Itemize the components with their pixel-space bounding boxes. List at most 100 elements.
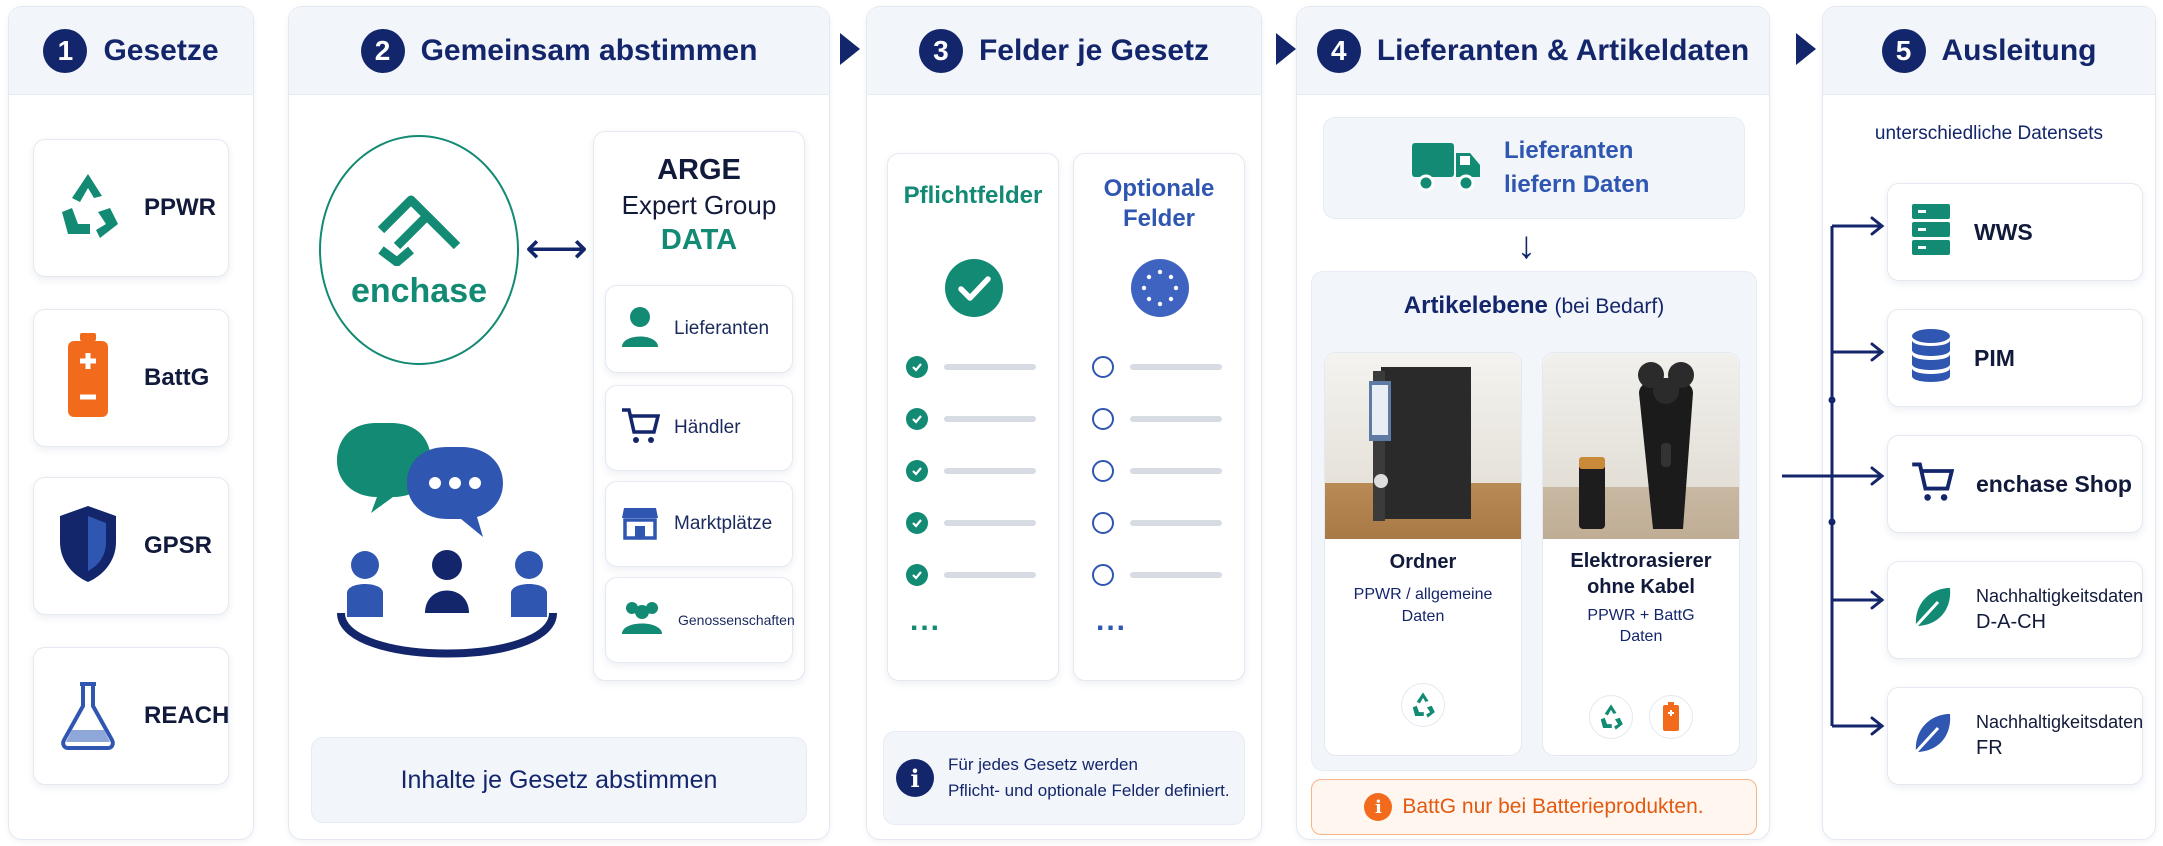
empty-circle-icon	[1092, 408, 1114, 430]
product-name: ohne Kabel	[1587, 575, 1695, 598]
output-subtitle: unterschiedliche Datensets	[1874, 123, 2104, 144]
leaf-icon	[1910, 710, 1954, 763]
output-target-pim[interactable]: PIM	[1887, 309, 2143, 407]
law-card-ppwr[interactable]: PPWR	[33, 139, 229, 277]
field-row	[1092, 564, 1222, 586]
article-level-title: Artikelebene	[1403, 292, 1548, 319]
binder-image	[1325, 353, 1521, 539]
flask-icon	[50, 676, 126, 757]
meeting-illustration	[327, 417, 567, 687]
output-label: D-A-CH	[1976, 610, 2046, 633]
column-title: Felder	[1122, 205, 1196, 232]
mandatory-fields-column: Pflichtfelder ...	[887, 153, 1059, 681]
check-icon	[906, 408, 928, 430]
enchase-logo: enchase	[319, 135, 519, 365]
dotted-circle-icon	[1130, 258, 1190, 323]
member-marketplaces[interactable]: Marktplätze	[605, 481, 793, 567]
shaver-image	[1543, 353, 1739, 539]
output-target-sustain-dach[interactable]: Nachhaltigkeitsdaten D-A-CH	[1887, 561, 2143, 659]
logo-text: enchase	[350, 271, 488, 310]
law-card-gpsr[interactable]: GPSR	[33, 477, 229, 615]
panel-header: 2 Gemeinsam abstimmen	[289, 7, 829, 95]
chat-bubble-icon	[407, 447, 503, 537]
double-arrow-icon: ⟷	[525, 224, 589, 273]
fields-info-box: i Für jedes Gesetz werden Pflicht- und o…	[883, 731, 1245, 825]
empty-circle-icon	[1092, 356, 1114, 378]
flow-arrow-icon	[1796, 33, 1816, 65]
output-target-sustain-fr[interactable]: Nachhaltigkeitsdaten FR	[1887, 687, 2143, 785]
field-row	[906, 408, 1036, 430]
server-icon	[1910, 202, 1952, 263]
panel-align: 2 Gemeinsam abstimmen enchase ⟷ ARGE Exp…	[288, 6, 830, 840]
field-row	[906, 460, 1036, 482]
output-target-shop[interactable]: enchase Shop	[1887, 435, 2143, 533]
member-label: Händler	[674, 417, 741, 438]
empty-circle-icon	[1092, 460, 1114, 482]
field-row	[1092, 460, 1222, 482]
info-text: Für jedes Gesetz werden	[948, 754, 1138, 774]
step-title: Gemeinsam abstimmen	[420, 33, 758, 67]
panel-header: 1 Gesetze	[9, 7, 253, 95]
leaf-icon	[1910, 584, 1954, 637]
recycle-icon	[50, 168, 126, 249]
law-card-reach[interactable]: REACH	[33, 647, 229, 785]
field-row	[1092, 356, 1222, 378]
info-icon: i	[896, 759, 934, 797]
cart-icon	[620, 406, 661, 451]
output-connector	[1782, 216, 1885, 736]
supplier-data-box: Lieferanten liefern Daten	[1323, 117, 1745, 219]
field-row	[906, 356, 1036, 378]
supplier-text: liefern Daten	[1504, 171, 1650, 198]
member-retailers[interactable]: Händler	[605, 385, 793, 471]
enchase-mark-icon	[377, 195, 461, 266]
panel-header: 4 Lieferanten & Artikeldaten	[1297, 7, 1769, 95]
recycle-badge-icon	[1589, 695, 1633, 739]
member-label: Genossenschaften	[678, 612, 795, 628]
info-text: Pflicht- und optionale Felder definiert.	[948, 781, 1230, 800]
empty-circle-icon	[1092, 564, 1114, 586]
member-suppliers[interactable]: Lieferanten	[605, 285, 793, 373]
group-icon	[620, 598, 664, 643]
law-label: REACH	[144, 702, 230, 729]
product-laws: Daten	[1619, 627, 1663, 645]
article-level-box: Artikelebene (bei Bedarf) Ordner PPWR / …	[1311, 271, 1757, 771]
output-label: Nachhaltigkeitsdaten	[1976, 586, 2144, 607]
member-label: Marktplätze	[674, 513, 773, 534]
recycle-badge-icon	[1401, 683, 1445, 727]
product-name: Ordner	[1389, 551, 1457, 573]
product-card-binder[interactable]: Ordner PPWR / allgemeine Daten	[1324, 352, 1522, 756]
law-card-battg[interactable]: BattG	[33, 309, 229, 447]
step-number: 3	[918, 28, 963, 73]
check-icon	[906, 356, 928, 378]
output-label: WWS	[1974, 218, 2033, 245]
step-title: Felder je Gesetz	[978, 33, 1210, 67]
product-card-shaver[interactable]: Elektrorasierer ohne Kabel PPWR + BattG …	[1542, 352, 1740, 756]
cart-icon	[1910, 460, 1955, 509]
law-label: PPWR	[144, 194, 216, 221]
more-ellipsis: ...	[1096, 604, 1128, 637]
article-level-note: (bei Bedarf)	[1554, 295, 1665, 318]
arge-subtitle: Expert Group	[621, 190, 777, 221]
field-row	[1092, 408, 1222, 430]
output-target-wws[interactable]: WWS	[1887, 183, 2143, 281]
step-title: Gesetze	[103, 33, 219, 67]
arge-data-label: DATA	[660, 224, 738, 257]
field-row	[1092, 512, 1222, 534]
field-row	[906, 512, 1036, 534]
flow-arrow-icon	[1276, 33, 1296, 65]
column-title: Pflichtfelder	[903, 182, 1043, 209]
step-title: Lieferanten & Artikeldaten	[1376, 33, 1750, 67]
panel-header: 5 Ausleitung	[1823, 7, 2155, 95]
member-label: Lieferanten	[674, 318, 770, 339]
truck-icon	[1410, 139, 1482, 198]
law-label: BattG	[144, 364, 210, 391]
check-icon	[906, 512, 928, 534]
more-ellipsis: ...	[910, 604, 942, 637]
output-label: enchase Shop	[1976, 470, 2132, 497]
footer-text: Inhalte je Gesetz abstimmen	[400, 765, 718, 794]
law-label: GPSR	[144, 532, 213, 559]
person-icon	[620, 305, 660, 354]
align-footer: Inhalte je Gesetz abstimmen	[311, 737, 807, 823]
member-cooperatives[interactable]: Genossenschaften	[605, 577, 795, 663]
supplier-text: Lieferanten	[1504, 137, 1634, 165]
